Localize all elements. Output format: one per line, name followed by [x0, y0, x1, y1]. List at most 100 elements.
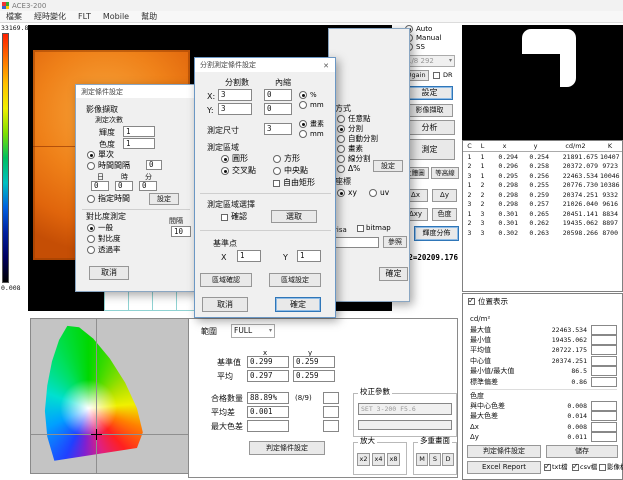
exposure-manual-radio[interactable]: Manual	[405, 34, 441, 42]
pass-count-field[interactable]: 88.89%	[247, 392, 289, 404]
luminance-distribution-button[interactable]: 輝度分佈	[414, 226, 459, 241]
contrast-option-radio[interactable]: 一般	[87, 224, 113, 232]
menu-item-0[interactable]: 檔案	[0, 13, 28, 21]
position-display-checkbox[interactable]: 位置表示	[468, 298, 508, 306]
table-row[interactable]: 210.2960.25820372.0799723	[463, 162, 622, 172]
shutter-select[interactable]: 1/8 292	[404, 55, 455, 67]
table-row[interactable]: 130.3010.26520451.1418834	[463, 209, 622, 219]
hour-field[interactable]: 0	[115, 181, 133, 191]
multi-screen-S-button[interactable]: S	[429, 453, 441, 466]
multi-screen-M-button[interactable]: M	[416, 453, 428, 466]
coordinate-option-radio[interactable]: uv	[369, 189, 389, 197]
menu-item-1[interactable]: 經時變化	[28, 13, 72, 21]
day-field[interactable]: 0	[91, 181, 109, 191]
schedule-set-button[interactable]: 設定	[149, 193, 179, 205]
luminance-count-field[interactable]: 1	[123, 126, 155, 137]
scheduled-radio[interactable]: 指定時間	[87, 195, 130, 203]
zoom-x8-button[interactable]: x8	[387, 453, 400, 466]
base-y-field[interactable]: 1	[297, 250, 321, 262]
delta-y-button[interactable]: Δy	[432, 189, 457, 202]
txt-file-checkbox[interactable]: txt檔	[544, 464, 567, 471]
table-row[interactable]: 110.2940.25421891.67510407	[463, 152, 622, 162]
contour-button[interactable]: 等高線	[431, 167, 459, 179]
table-row[interactable]: 330.3020.26320598.2668700	[463, 228, 622, 238]
excel-report-button[interactable]: Excel Report	[467, 461, 541, 474]
area-square-radio[interactable]: 方形	[273, 155, 300, 163]
pick-button[interactable]: 選取	[271, 210, 317, 223]
image-file-checkbox[interactable]: 影像檔	[599, 464, 623, 471]
split-cancel-button[interactable]: 取消	[202, 297, 248, 312]
method-option-radio[interactable]: 線分割	[337, 155, 371, 163]
settings-button[interactable]: 設定	[406, 86, 453, 100]
inset-percent-radio[interactable]: %	[299, 91, 317, 99]
interval2-field[interactable]: 10	[171, 226, 191, 237]
menu-item-4[interactable]: 幫助	[135, 13, 163, 21]
area-circle-radio[interactable]: 圓形	[221, 155, 248, 163]
split-ok-button[interactable]: 確定	[275, 297, 321, 312]
area-center-radio[interactable]: 中央點	[273, 167, 308, 175]
table-row[interactable]: 220.2980.25920374.2519332	[463, 190, 622, 200]
browse-button[interactable]: 參照	[383, 236, 407, 248]
bitmap-checkbox[interactable]: bitmap	[357, 225, 391, 232]
average-x-field[interactable]: 0.297	[247, 370, 289, 382]
multi-screen-D-button[interactable]: D	[442, 453, 454, 466]
single-radio[interactable]: 單次	[87, 151, 114, 159]
average-y-field[interactable]: 0.259	[293, 370, 335, 382]
table-row[interactable]: 310.2950.25622463.53410046	[463, 171, 622, 181]
method-set-button[interactable]: 設定	[373, 160, 403, 172]
contrast-option-radio[interactable]: 對比度	[87, 235, 121, 243]
measure-size-field[interactable]: 3	[264, 123, 292, 135]
size-mm-radio[interactable]: mm	[299, 130, 324, 138]
zoom-x2-button[interactable]: x2	[357, 453, 370, 466]
split-dialog[interactable]: 分割測定條件設定 分割數 內縮 X: 3 0 Y: 3 0 % mm 測定尺寸 …	[194, 57, 336, 318]
area-confirm-button[interactable]: 區域確認	[200, 273, 252, 287]
y-inset-field[interactable]: 0	[264, 103, 292, 115]
close-icon[interactable]	[320, 60, 332, 71]
condition-cancel-button[interactable]: 取消	[89, 266, 129, 280]
csv-file-checkbox[interactable]: csv檔	[572, 464, 597, 471]
base-x-field[interactable]: 1	[237, 250, 261, 262]
interval-radio[interactable]: 時間間隔	[87, 162, 130, 170]
inset-mm-radio[interactable]: mm	[299, 101, 324, 109]
judge-condition-button[interactable]: 判定條件設定	[249, 441, 325, 455]
y-division-field[interactable]: 3	[218, 103, 252, 115]
measure-button[interactable]: 測定	[404, 139, 455, 160]
confirm-checkbox[interactable]: 確認	[221, 213, 247, 221]
table-row[interactable]: 320.2980.25721026.0409616	[463, 200, 622, 210]
reference-x-field[interactable]: 0.299	[247, 356, 289, 368]
x-division-field[interactable]: 3	[218, 89, 252, 101]
menu-item-3[interactable]: Mobile	[97, 13, 135, 21]
minute-field[interactable]: 0	[139, 181, 157, 191]
coordinate-option-radio[interactable]: xy	[337, 189, 357, 197]
free-rect-checkbox[interactable]: 自由矩形	[273, 179, 315, 187]
menu-item-2[interactable]: FLT	[72, 13, 97, 21]
capture-button[interactable]: 影像擷取	[406, 104, 453, 117]
method-ok-button[interactable]: 確定	[379, 267, 408, 281]
condition-dialog[interactable]: 測定條件設定 影像擷取 測定次數 輝度 1 色度 1 單次 時間間隔 0 日 時…	[75, 84, 195, 292]
size-pixel-radio[interactable]: 畫素	[299, 120, 324, 128]
judge-condition-button[interactable]: 判定條件設定	[467, 445, 541, 458]
x-inset-field[interactable]: 0	[264, 89, 292, 101]
area-set-button[interactable]: 區域設定	[269, 273, 321, 287]
method-option-radio[interactable]: 自動分割	[337, 135, 378, 143]
table-row[interactable]: 120.2980.25520776.73010386	[463, 181, 622, 191]
average-diff-field[interactable]: 0.001	[247, 406, 289, 418]
table-row[interactable]: 230.3010.26219435.0628897	[463, 219, 622, 229]
analyze-button[interactable]: 分析	[404, 120, 455, 135]
max-color-diff-field[interactable]	[247, 420, 289, 432]
area-cross-radio[interactable]: 交叉點	[221, 167, 256, 175]
chroma-count-field[interactable]: 1	[123, 138, 155, 149]
results-table[interactable]: CLxycd/m2K 110.2940.25421891.67510407210…	[462, 140, 623, 292]
cie-chromaticity-diagram[interactable]	[30, 318, 189, 474]
method-option-radio[interactable]: Δ%	[337, 165, 360, 173]
contrast-option-radio[interactable]: 透過率	[87, 246, 121, 254]
method-option-radio[interactable]: 任意點	[337, 115, 371, 123]
zoom-x4-button[interactable]: x4	[372, 453, 385, 466]
range-select[interactable]: FULL	[231, 324, 275, 338]
method-option-radio[interactable]: 畫素	[337, 145, 363, 153]
reference-y-field[interactable]: 0.259	[293, 356, 335, 368]
chroma-button[interactable]: 色度	[432, 208, 457, 221]
dr-checkbox[interactable]: DR	[433, 72, 453, 79]
interval-count-field[interactable]: 0	[146, 160, 162, 170]
method-option-radio[interactable]: 分割	[337, 125, 363, 133]
